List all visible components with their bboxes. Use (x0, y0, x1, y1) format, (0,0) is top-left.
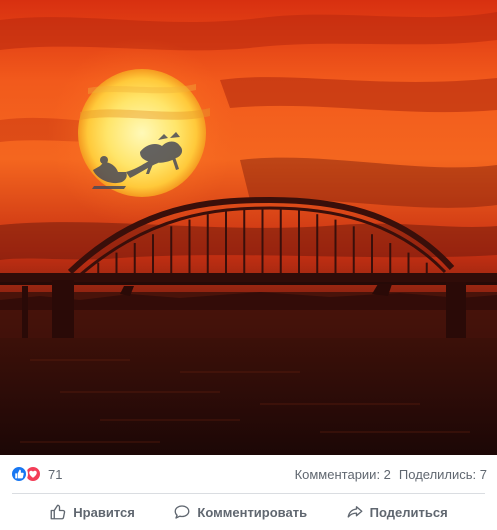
post-action-bar: Нравится Комментировать Поделиться (0, 494, 497, 530)
share-button[interactable]: Поделиться (338, 497, 456, 527)
reaction-count[interactable]: 71 (48, 467, 62, 482)
comments-count-link[interactable]: Комментарии: 2 (295, 467, 391, 482)
share-button-label: Поделиться (369, 504, 448, 520)
like-button-label: Нравится (73, 504, 135, 520)
like-icon[interactable] (10, 465, 28, 483)
post-photo[interactable] (0, 0, 497, 455)
shares-count-link[interactable]: Поделились: 7 (399, 467, 487, 482)
reaction-icons[interactable] (10, 465, 42, 483)
thumbs-up-icon (49, 503, 67, 521)
comment-bubble-icon (173, 503, 191, 521)
reactions-summary[interactable]: 71 (10, 465, 62, 483)
share-arrow-icon (346, 503, 364, 521)
comment-button[interactable]: Комментировать (165, 497, 315, 527)
like-button[interactable]: Нравится (41, 497, 143, 527)
post-stats-bar: 71 Комментарии: 2 Поделились: 7 (0, 455, 497, 493)
comment-button-label: Комментировать (197, 504, 308, 520)
engagement-counts: Комментарии: 2 Поделились: 7 (295, 467, 487, 482)
sunset-bridge-photo (0, 0, 497, 455)
